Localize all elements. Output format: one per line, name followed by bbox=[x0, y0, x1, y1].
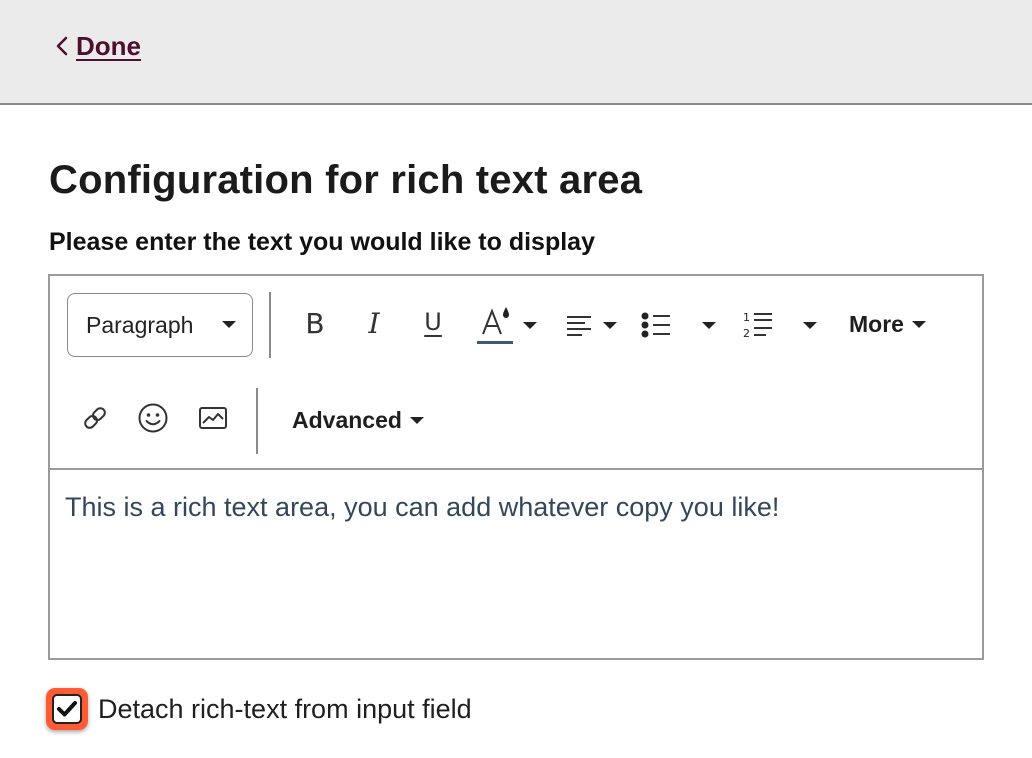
block-format-value: Paragraph bbox=[86, 311, 194, 338]
checkmark-icon bbox=[57, 701, 77, 717]
italic-button[interactable]: I bbox=[354, 304, 394, 344]
done-label: Done bbox=[76, 30, 141, 61]
editor-toolbar: Paragraph B I U 1 2 More Advanced bbox=[50, 276, 982, 470]
bold-button[interactable]: B bbox=[295, 304, 335, 344]
chevron-down-icon bbox=[702, 321, 716, 329]
bold-icon: B bbox=[305, 307, 325, 340]
link-button[interactable] bbox=[78, 401, 112, 435]
bulleted-list-dropdown[interactable] bbox=[695, 314, 723, 336]
chevron-down-icon bbox=[222, 321, 236, 328]
underline-button[interactable]: U bbox=[413, 302, 453, 342]
text-color-dropdown[interactable] bbox=[470, 302, 542, 348]
link-icon bbox=[84, 407, 106, 429]
image-icon bbox=[199, 407, 227, 429]
field-label: Please enter the text you would like to … bbox=[49, 228, 595, 256]
checkbox-box bbox=[52, 694, 82, 724]
svg-text:2: 2 bbox=[743, 327, 750, 340]
toolbar-divider bbox=[256, 388, 258, 454]
editor-content-area[interactable]: This is a rich text area, you can add wh… bbox=[50, 472, 982, 658]
rich-text-editor: Paragraph B I U 1 2 More Advanced This i… bbox=[48, 274, 984, 660]
more-label: More bbox=[849, 311, 904, 337]
italic-icon: I bbox=[368, 307, 380, 340]
advanced-dropdown[interactable]: Advanced bbox=[292, 407, 424, 434]
page-title: Configuration for rich text area bbox=[49, 158, 643, 202]
svg-text:1: 1 bbox=[743, 311, 750, 324]
chevron-down-icon bbox=[523, 321, 537, 329]
numbered-list-dropdown[interactable] bbox=[796, 314, 824, 336]
toolbar-divider bbox=[269, 292, 271, 358]
align-left-icon bbox=[567, 316, 591, 336]
numbered-list-button[interactable]: 1 2 bbox=[740, 306, 776, 346]
block-format-select[interactable]: Paragraph bbox=[67, 293, 253, 357]
chevron-down-icon bbox=[803, 321, 817, 329]
chevron-down-icon bbox=[911, 321, 926, 328]
more-dropdown[interactable]: More bbox=[849, 311, 926, 338]
done-back-link[interactable]: Done bbox=[52, 30, 141, 62]
insert-image-button[interactable] bbox=[195, 402, 231, 434]
bulleted-list-icon bbox=[641, 312, 670, 338]
emoji-button[interactable] bbox=[135, 400, 171, 436]
chevron-down-icon bbox=[409, 417, 424, 424]
numbered-list-icon: 1 2 bbox=[743, 311, 772, 340]
editor-content-text: This is a rich text area, you can add wh… bbox=[65, 492, 780, 522]
emoji-icon bbox=[138, 403, 168, 433]
underline-icon: U bbox=[424, 308, 442, 336]
chevron-down-icon bbox=[603, 321, 617, 329]
bulleted-list-button[interactable] bbox=[638, 306, 674, 344]
chevron-left-icon bbox=[56, 36, 68, 56]
text-color-icon bbox=[477, 307, 513, 344]
top-bar: Done bbox=[0, 0, 1032, 105]
detach-checkbox[interactable] bbox=[46, 688, 88, 730]
detach-option: Detach rich-text from input field bbox=[46, 688, 472, 730]
detach-checkbox-label: Detach rich-text from input field bbox=[98, 693, 472, 724]
align-dropdown[interactable] bbox=[560, 306, 622, 344]
advanced-label: Advanced bbox=[292, 407, 402, 433]
